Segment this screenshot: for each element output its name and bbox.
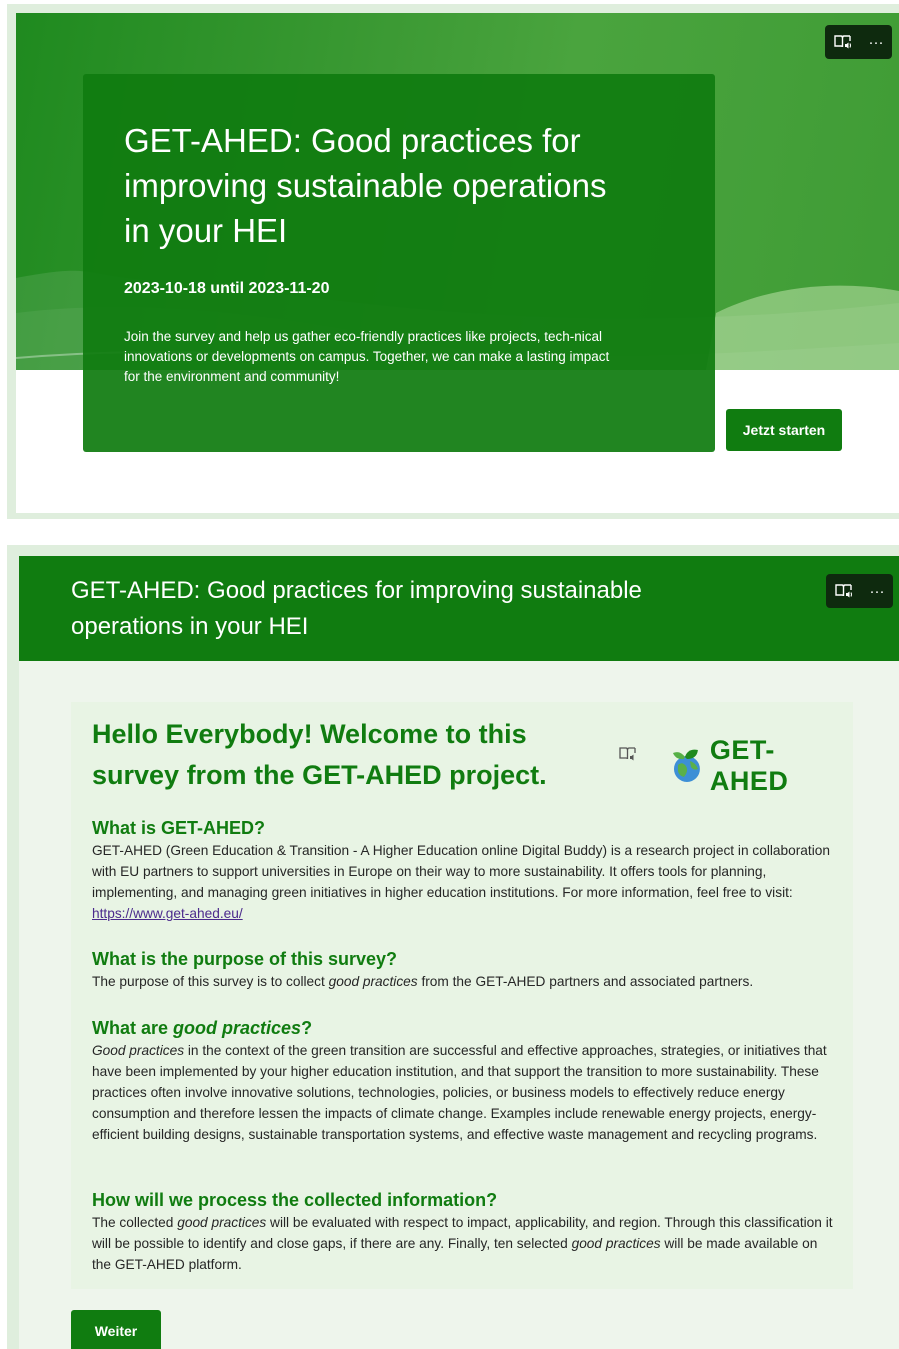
section-heading: What is GET-AHED? (92, 818, 266, 838)
survey-dates: 2023-10-18 until 2023-11-20 (124, 280, 330, 297)
next-button[interactable]: Weiter (71, 1310, 161, 1349)
card-toolbar: ··· (825, 25, 892, 59)
logo-text: GET-AHED (709, 735, 789, 796)
section-body: GET-AHED (Green Education & Transition -… (92, 843, 830, 921)
section-body: The collected good practices will be eva… (92, 1215, 833, 1272)
welcome-heading: Hello Everybody! Welcome to this survey … (92, 719, 547, 790)
form-header-title: GET-AHED: Good practices for improving s… (71, 577, 642, 640)
form-toolbar: ··· (826, 574, 893, 608)
section-purpose: What is the purpose of this survey? The … (92, 947, 834, 992)
form-card: GET-AHED: Good practices for improving s… (7, 545, 899, 1349)
get-ahed-logo: GET-AHED (668, 735, 853, 797)
section-heading: What is the purpose of this survey? (92, 949, 398, 969)
intro-content: Hello Everybody! Welcome to this survey … (71, 702, 853, 1289)
immersive-reader-icon[interactable] (834, 583, 853, 599)
section-heading: How will we process the collected inform… (92, 1190, 498, 1210)
form-card-inner: GET-AHED: Good practices for improving s… (19, 556, 899, 1349)
section-processing: How will we process the collected inform… (92, 1188, 834, 1275)
welcome-card-inner: GET-AHED: Good practices for improving s… (16, 13, 899, 513)
welcome-card: GET-AHED: Good practices for improving s… (7, 4, 899, 519)
immersive-reader-icon[interactable] (619, 746, 637, 765)
form-header: GET-AHED: Good practices for improving s… (19, 556, 899, 661)
welcome-title: GET-AHED: Good practices for improving s… (124, 122, 607, 249)
start-button[interactable]: Jetzt starten (726, 409, 842, 451)
immersive-reader-icon[interactable] (833, 34, 852, 50)
website-link[interactable]: https://www.get-ahed.eu/ (92, 906, 243, 921)
section-body: The purpose of this survey is to collect… (92, 974, 754, 989)
section-heading: What are good practices? (92, 1018, 313, 1038)
section-what-is: What is GET-AHED? GET-AHED (Green Educat… (92, 816, 834, 924)
more-options-icon[interactable]: ··· (870, 583, 885, 600)
welcome-description: Join the survey and help us gather eco-f… (124, 329, 610, 384)
globe-leaf-icon (672, 749, 700, 782)
section-good-practices: What are good practices? Good practices … (92, 1016, 834, 1145)
welcome-panel: GET-AHED: Good practices for improving s… (83, 74, 715, 452)
more-options-icon[interactable]: ··· (869, 34, 884, 51)
section-body: Good practices in the context of the gre… (92, 1043, 827, 1142)
